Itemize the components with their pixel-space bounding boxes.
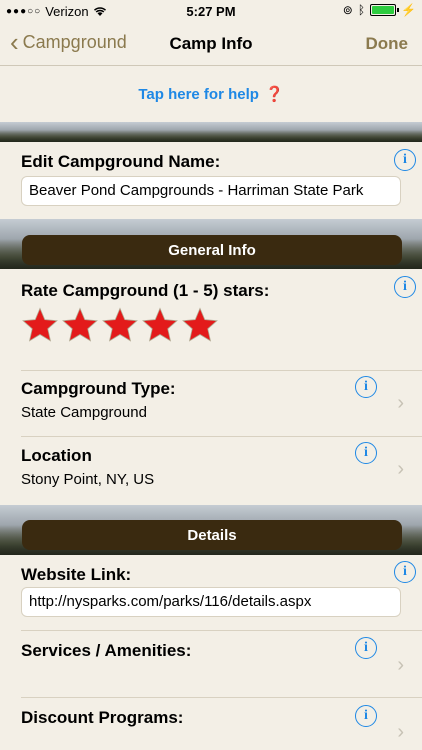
info-icon[interactable]: i [355,442,377,464]
info-icon[interactable]: i [394,149,416,171]
star-icon[interactable] [181,306,219,344]
campground-type-value: State Campground [21,404,147,421]
star-icon[interactable] [21,306,59,344]
info-icon[interactable]: i [394,276,416,298]
navigation-bar: ‹ Campground Camp Info Done [0,22,422,66]
rotation-lock-icon: ⊚ [342,3,353,17]
info-icon[interactable]: i [355,705,377,727]
help-link-label: Tap here for help [138,85,259,103]
services-label: Services / Amenities: [21,641,192,660]
chevron-right-icon[interactable]: › [397,392,404,415]
location-label: Location [21,446,92,465]
details-header: Details [22,520,402,550]
divider [21,630,422,631]
background-photo-strip [0,122,422,142]
divider [21,370,422,371]
status-right: ⊚ ᛒ ⚡ [343,3,416,17]
chevron-right-icon[interactable]: › [397,458,404,481]
rating-label: Rate Campground (1 - 5) stars: [21,281,270,300]
star-icon[interactable] [141,306,179,344]
help-link[interactable]: Tap here for help ❓ [0,66,422,122]
edit-name-label: Edit Campground Name: [21,152,221,171]
status-bar: ●●●○○ Verizon 5:27 PM ⊚ ᛒ ⚡ [0,0,422,22]
website-label: Website Link: [21,565,132,584]
page-title: Camp Info [169,34,253,53]
charging-icon: ⚡ [401,3,416,17]
location-value: Stony Point, NY, US [21,471,155,488]
divider [21,436,422,437]
info-icon[interactable]: i [355,637,377,659]
info-icon[interactable]: i [394,561,416,583]
star-icon[interactable] [61,306,99,344]
chevron-right-icon[interactable]: › [397,654,404,677]
battery-icon [370,4,400,16]
divider [21,697,422,698]
chevron-right-icon[interactable]: › [397,721,404,744]
discount-label: Discount Programs: [21,708,184,727]
star-rating[interactable] [21,306,219,344]
info-icon[interactable]: i [355,376,377,398]
campground-name-field[interactable]: Beaver Pond Campgrounds - Harriman State… [21,176,401,206]
question-icon: ❓ [264,86,284,103]
bluetooth-icon: ᛒ [357,3,366,17]
star-icon[interactable] [101,306,139,344]
website-field[interactable]: http://nysparks.com/parks/116/details.as… [21,587,401,617]
campground-type-label: Campground Type: [21,379,176,398]
done-button[interactable]: Done [366,34,409,54]
general-info-header: General Info [22,235,402,265]
